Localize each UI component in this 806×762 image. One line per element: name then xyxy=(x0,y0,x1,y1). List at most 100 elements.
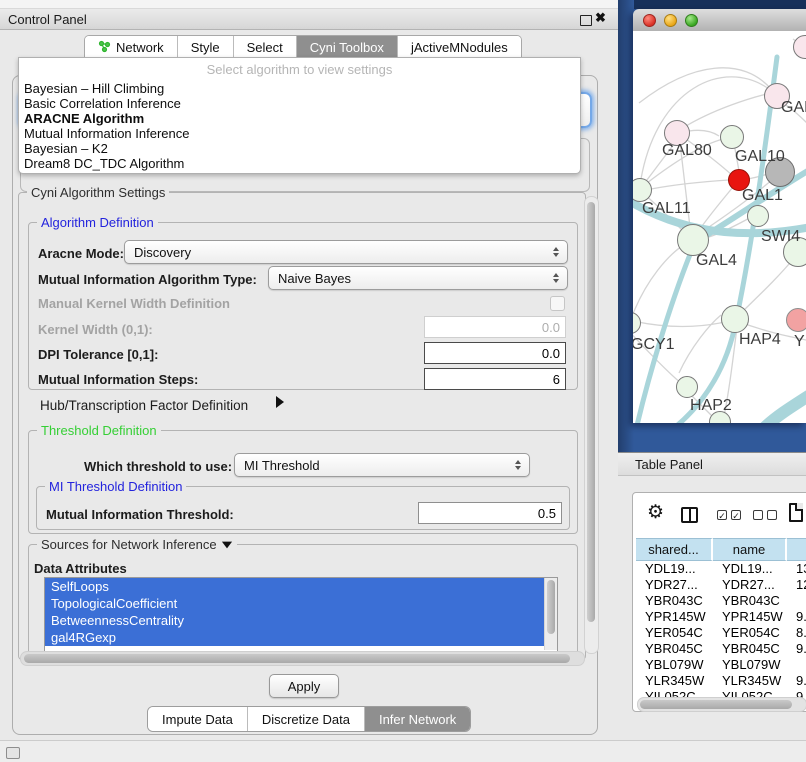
tab-infer-network[interactable]: Infer Network xyxy=(365,707,470,731)
mi-steps-label: Mutual Information Steps: xyxy=(38,372,198,387)
tab-label: Cyni Toolbox xyxy=(310,40,384,55)
node-label: HAP2 xyxy=(690,397,732,415)
node-label: GCY1 xyxy=(633,336,675,354)
tab-impute-data[interactable]: Impute Data xyxy=(148,707,248,731)
traffic-light-close-icon[interactable] xyxy=(643,14,656,27)
table-row[interactable]: YBR043CYBR043C xyxy=(636,593,806,609)
combo-arrows-icon xyxy=(545,247,567,257)
scrollbar-thumb[interactable] xyxy=(587,202,595,622)
node-label: GAL4 xyxy=(696,252,737,270)
scrollbar-thumb[interactable] xyxy=(547,580,555,634)
list-item[interactable]: BetweennessCentrality xyxy=(45,612,557,629)
collapse-arrow-icon[interactable] xyxy=(276,396,284,408)
tab-label: Infer Network xyxy=(379,712,456,727)
dropdown-item[interactable]: Bayesian – K2 xyxy=(24,141,108,156)
node-label: Y xyxy=(794,333,805,351)
desktop-top-shade xyxy=(618,0,806,9)
which-threshold-combobox[interactable]: MI Threshold xyxy=(234,453,530,477)
traffic-light-minimize-icon[interactable] xyxy=(664,14,677,27)
column-header[interactable] xyxy=(787,538,806,561)
tab-label: jActiveMNodules xyxy=(411,40,508,55)
network-node[interactable] xyxy=(676,376,698,398)
dropdown-item[interactable]: Mutual Information Inference xyxy=(24,126,189,141)
group-title: Cyni Algorithm Settings xyxy=(27,185,169,200)
gear-icon[interactable]: ⚙ xyxy=(647,501,664,524)
table-panel-title: Table Panel xyxy=(635,457,703,472)
dropdown-item[interactable]: Bayesian – Hill Climbing xyxy=(24,81,164,96)
table-widget: ⚙ ✓✓ shared... name YDL19...YDL19...13 Y… xyxy=(632,492,806,712)
tab-label: Style xyxy=(191,40,220,55)
list-item[interactable]: gal4RGexp xyxy=(45,629,557,646)
dropdown-prompt: Select algorithm to view settings xyxy=(19,62,580,77)
network-node[interactable] xyxy=(721,305,749,333)
tab-select[interactable]: Select xyxy=(234,36,297,59)
network-window-titlebar[interactable] xyxy=(633,9,806,32)
table-row[interactable]: YLR345WYLR345W9. xyxy=(636,672,806,688)
dock-panel-icon[interactable] xyxy=(6,747,20,759)
tab-jactivemnodules[interactable]: jActiveMNodules xyxy=(398,36,521,59)
status-strip xyxy=(0,740,806,762)
new-document-icon[interactable] xyxy=(789,503,803,522)
mi-steps-field[interactable] xyxy=(424,368,566,390)
table-row[interactable]: YBR045CYBR045C9. xyxy=(636,640,806,656)
settings-horizontal-scrollbar[interactable] xyxy=(20,651,585,666)
mi-type-combobox[interactable]: Naive Bayes xyxy=(268,266,568,290)
dropdown-item[interactable]: Dream8 DC_TDC Algorithm xyxy=(24,156,184,171)
dropdown-item-selected[interactable]: ARACNE Algorithm xyxy=(24,111,144,126)
columns-icon[interactable] xyxy=(681,507,698,523)
dropdown-item[interactable]: Basic Correlation Inference xyxy=(24,96,181,111)
combo-arrows-icon xyxy=(545,273,567,283)
column-header[interactable]: shared... xyxy=(636,538,713,561)
network-node[interactable] xyxy=(747,205,769,227)
list-item[interactable]: SelfLoops xyxy=(45,578,557,595)
combo-arrows-icon xyxy=(507,460,529,470)
tab-cyni-toolbox[interactable]: Cyni Toolbox xyxy=(297,36,398,59)
scrollbar-thumb[interactable] xyxy=(24,654,570,663)
mi-type-label: Mutual Information Algorithm Type: xyxy=(38,272,257,287)
table-row[interactable]: YDR27...YDR27...12 xyxy=(636,577,806,593)
traffic-light-zoom-icon[interactable] xyxy=(685,14,698,27)
network-view-window: GAL GAL80 GAL10 GAL1 GAL11 GAL4 SWI4 GCY… xyxy=(633,9,806,423)
tab-discretize-data[interactable]: Discretize Data xyxy=(248,707,365,731)
tab-label: Select xyxy=(247,40,283,55)
cyni-bottom-tabs: Impute Data Discretize Data Infer Networ… xyxy=(147,706,471,732)
control-panel-titlebar[interactable]: Control Panel xyxy=(0,9,618,30)
table-panel-titlebar[interactable]: Table Panel xyxy=(618,452,806,476)
table-row[interactable]: YER054CYER054C8. xyxy=(636,625,806,641)
table-row[interactable]: YPR145WYPR145W9. xyxy=(636,609,806,625)
node-label: GAL10 xyxy=(735,148,785,166)
which-threshold-label: Which threshold to use: xyxy=(84,459,232,474)
list-item[interactable]: TopologicalCoefficient xyxy=(45,595,557,612)
float-window-icon[interactable] xyxy=(580,15,592,26)
manual-kernel-checkbox xyxy=(550,296,565,311)
node-label: SWI4 xyxy=(761,228,800,246)
checked-pair-icon[interactable]: ✓✓ xyxy=(717,510,741,520)
combobox-value: MI Threshold xyxy=(244,458,320,473)
control-panel-title: Control Panel xyxy=(8,12,87,27)
table-row[interactable]: YBL079WYBL079W xyxy=(636,656,806,672)
table-horizontal-scrollbar[interactable] xyxy=(637,697,806,712)
close-icon[interactable]: ✖ xyxy=(595,10,606,26)
mi-threshold-field[interactable] xyxy=(418,502,562,524)
table-row[interactable]: YDL19...YDL19...13 xyxy=(636,561,806,577)
data-attributes-list: SelfLoops TopologicalCoefficient Between… xyxy=(44,577,558,653)
tab-network[interactable]: Network xyxy=(85,36,178,59)
expand-arrow-icon[interactable] xyxy=(221,541,231,548)
column-header[interactable]: name xyxy=(713,538,787,561)
aracne-mode-label: Aracne Mode: xyxy=(38,246,124,261)
aracne-mode-combobox[interactable]: Discovery xyxy=(124,240,568,264)
list-scrollbar[interactable] xyxy=(544,578,557,650)
kernel-width-field xyxy=(424,316,566,338)
network-node[interactable] xyxy=(786,308,806,332)
tab-style[interactable]: Style xyxy=(178,36,234,59)
scrollbar-thumb[interactable] xyxy=(640,700,792,709)
network-node[interactable] xyxy=(720,125,744,149)
combobox-value: Discovery xyxy=(134,245,191,260)
apply-button[interactable]: Apply xyxy=(269,674,339,698)
dpi-tolerance-field[interactable] xyxy=(424,342,566,364)
network-canvas[interactable]: GAL GAL80 GAL10 GAL1 GAL11 GAL4 SWI4 GCY… xyxy=(633,31,806,423)
settings-vertical-scrollbar[interactable] xyxy=(584,196,599,654)
node-label: GAL80 xyxy=(662,142,712,160)
unchecked-pair-icon[interactable] xyxy=(753,510,777,520)
table-body: YDL19...YDL19...13 YDR27...YDR27...12 YB… xyxy=(636,561,806,698)
